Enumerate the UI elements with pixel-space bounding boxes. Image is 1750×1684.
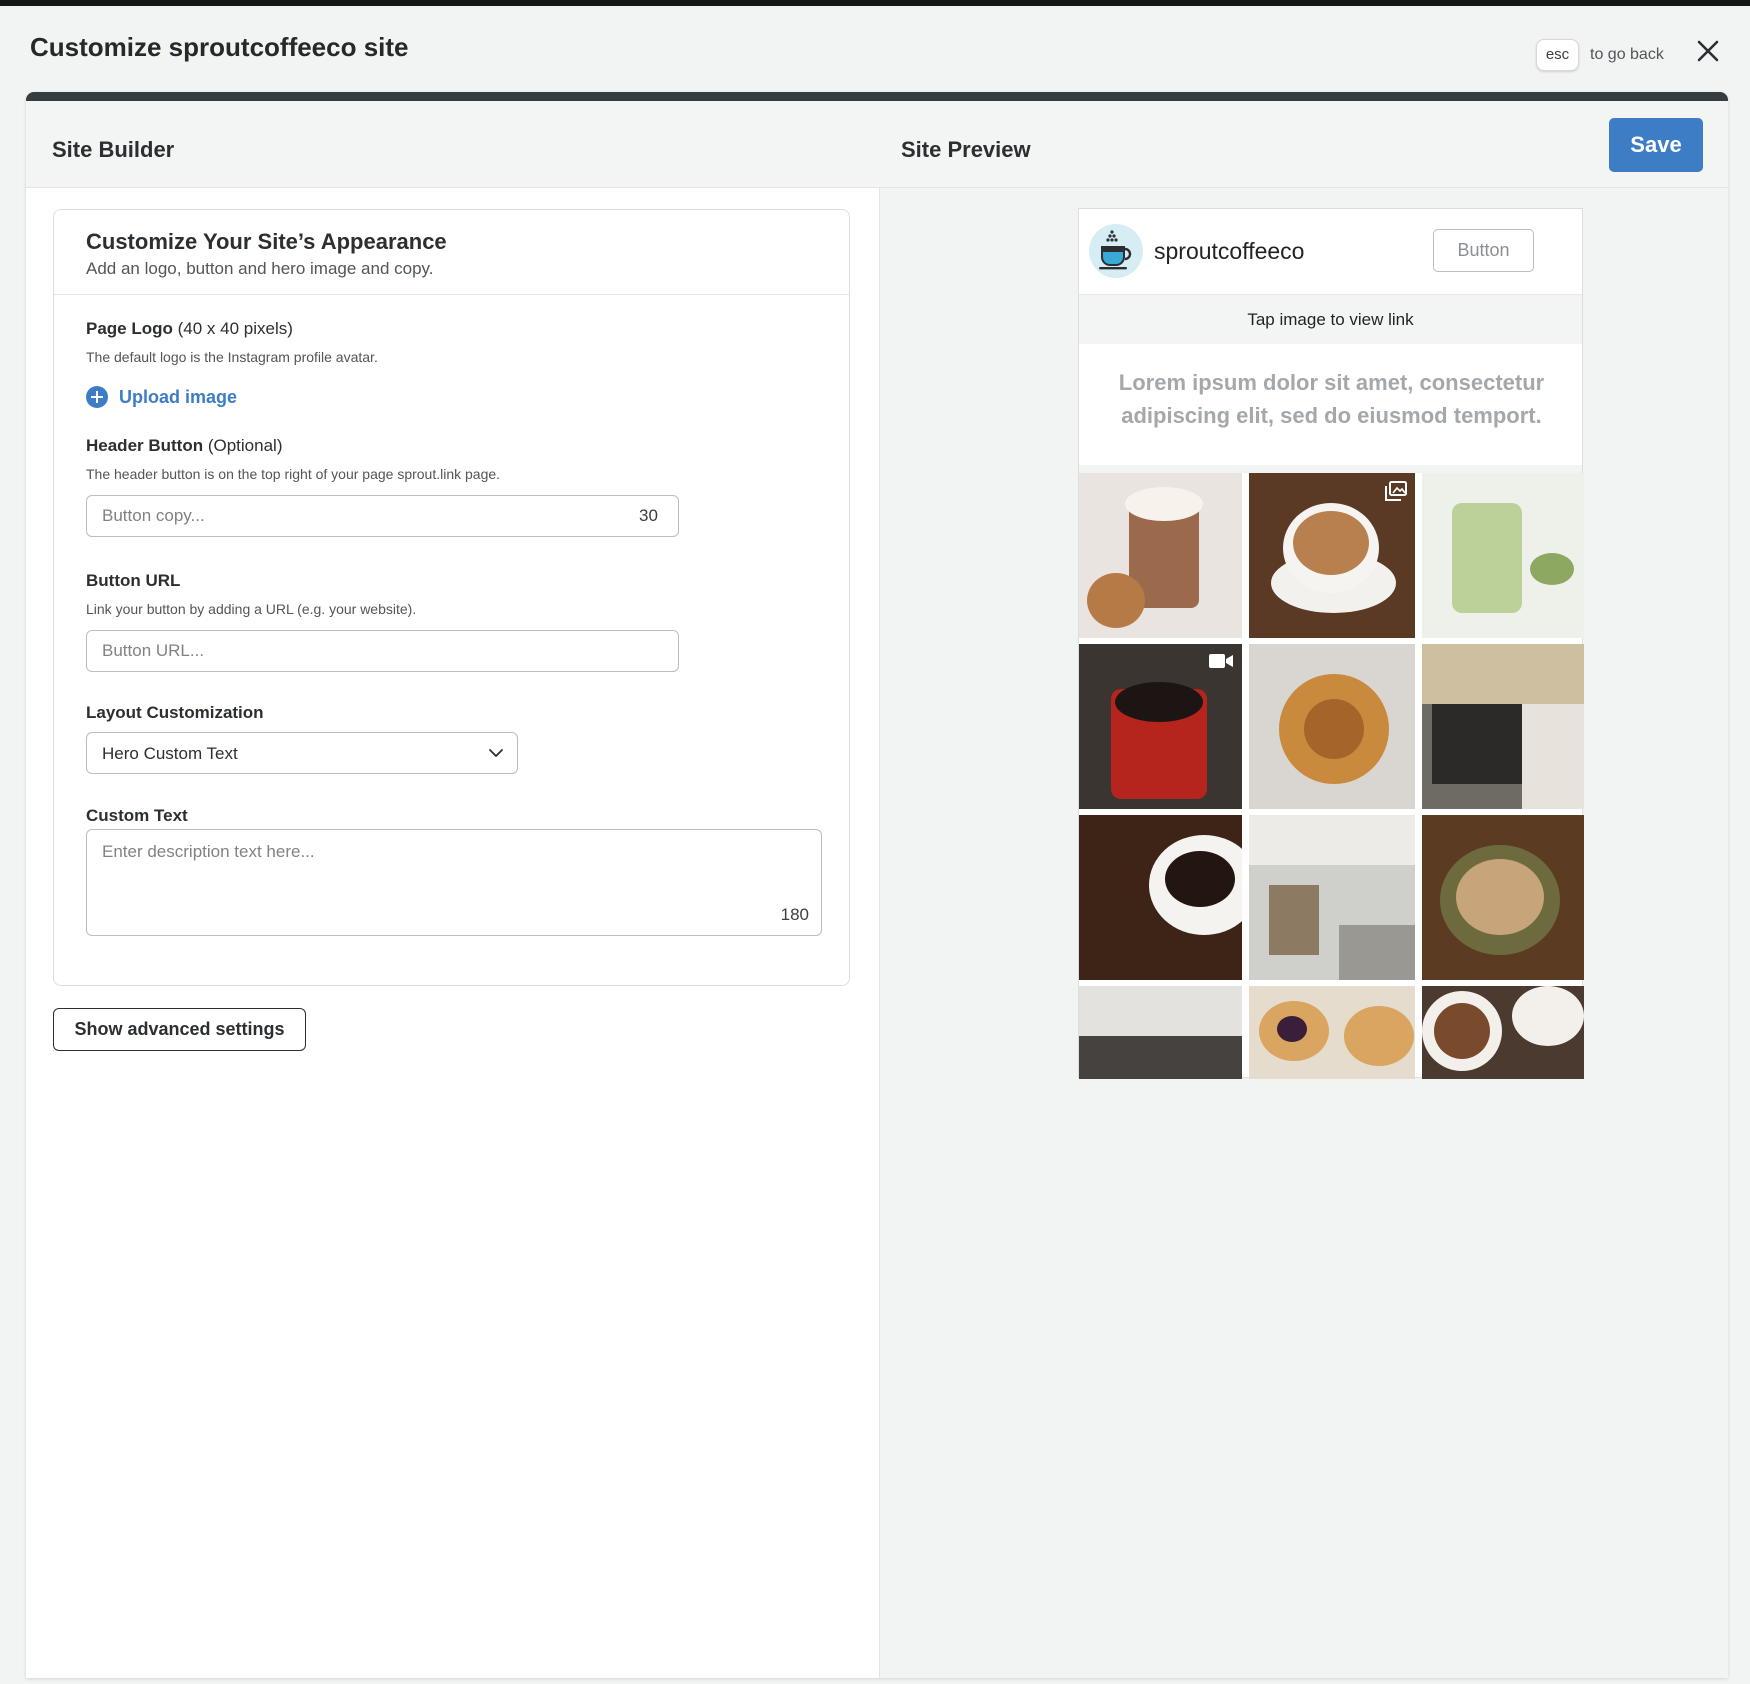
custom-text-char-count: 180 [780, 905, 809, 924]
appearance-title: Customize Your Site’s Appearance [86, 229, 447, 254]
custom-text-label-strong: Custom Text [86, 806, 188, 825]
button-url-help: Link your button by adding a URL (e.g. y… [86, 601, 417, 617]
image-tile-matcha[interactable] [1422, 473, 1584, 638]
custom-text-input[interactable] [87, 830, 821, 935]
image-tile-coffee-beans-cup[interactable] [1079, 815, 1242, 980]
upload-image-link[interactable]: Upload image [86, 386, 237, 408]
pastry-center-shape [1304, 699, 1364, 759]
header-button-label: Header Button (Optional) [86, 436, 283, 456]
ceiling-shape [1422, 644, 1584, 704]
preview-hero-text: Lorem ipsum dolor sit amet, consectetur … [1118, 370, 1545, 428]
layout-label-strong: Layout Customization [86, 703, 264, 722]
black-coffee-shape [1165, 851, 1235, 907]
button-url-label: Button URL [86, 571, 180, 591]
berry-shape [1277, 1016, 1307, 1042]
button-copy-char-count: 30 [639, 506, 658, 525]
page-logo-help: The default logo is the Instagram profil… [86, 349, 378, 365]
header-button-help: The header button is on the top right of… [86, 466, 501, 482]
appearance-card: Customize Your Site’s Appearance Add an … [53, 209, 850, 986]
site-builder-pane: Customize Your Site’s Appearance Add an … [26, 188, 879, 1678]
cafe-ceiling-shape [1249, 815, 1415, 865]
preview-header-button[interactable]: Button [1433, 229, 1534, 272]
workspace-top-bar [26, 92, 1728, 101]
image-tile-hot-chocolate[interactable] [1079, 473, 1242, 638]
header-button-label-suffix: (Optional) [203, 436, 283, 455]
wall-shape [1522, 704, 1584, 809]
coffee-cup-avatar-icon [1089, 224, 1143, 278]
video-icon [1209, 654, 1233, 668]
image-tile-red-mug[interactable] [1079, 644, 1242, 809]
instagram-image-grid [1079, 473, 1584, 1079]
button-copy-input[interactable] [86, 495, 679, 537]
matcha-bowl-shape [1530, 553, 1574, 585]
layout-select[interactable]: Hero Custom Text [86, 732, 518, 774]
site-preview-pane: sproutcoffeeco Button Tap image to view … [879, 188, 1728, 1678]
panel-header: Site Builder Site Preview Save [26, 101, 1728, 188]
site-builder-title: Site Builder [52, 137, 175, 162]
modal-header: Customize sproutcoffeeco site esc to go … [0, 6, 1750, 92]
modal-title: Customize sproutcoffeeco site [30, 32, 409, 62]
chevron-down-icon [489, 749, 503, 757]
button-url-label-strong: Button URL [86, 571, 181, 590]
bowl-shape-2 [1512, 986, 1584, 1046]
gallery-icon [1385, 481, 1407, 501]
save-button[interactable]: Save [1609, 118, 1703, 172]
ground-coffee-shape [1434, 1003, 1490, 1059]
cafe-floor-shape [1339, 925, 1415, 980]
custom-text-label: Custom Text [86, 806, 188, 826]
button-url-input[interactable] [86, 630, 679, 672]
esc-hint-text: to go back [1590, 46, 1664, 63]
matcha-glass-shape [1452, 503, 1522, 613]
counter-shape [1432, 704, 1522, 784]
preview-page: sproutcoffeeco Button Tap image to view … [1078, 208, 1584, 1079]
layout-select-value: Hero Custom Text [102, 744, 238, 763]
latte-shape [1293, 511, 1369, 575]
appearance-card-header: Customize Your Site’s Appearance Add an … [54, 210, 849, 295]
bench-shape [1079, 1036, 1242, 1079]
header-button-label-strong: Header Button [86, 436, 204, 455]
site-builder-workspace: Site Builder Site Preview Save Customize… [26, 92, 1728, 1678]
page-logo-label-suffix: (40 x 40 pixels) [172, 319, 293, 338]
preview-profile-name: sproutcoffeeco [1154, 238, 1305, 264]
appearance-subtitle: Add an logo, button and hero image and c… [86, 259, 434, 278]
whipped-cream-shape [1125, 487, 1203, 521]
image-tile-berry-danish[interactable] [1249, 986, 1415, 1079]
image-tile-cinnamon-knot[interactable] [1249, 644, 1415, 809]
image-tile-ground-coffee[interactable] [1422, 986, 1584, 1079]
coffee-surface-shape [1115, 682, 1203, 722]
danish-shape-2 [1344, 1006, 1414, 1066]
esc-key-hint: esc [1536, 39, 1579, 71]
hero-divider [1079, 465, 1582, 473]
image-tile-cafe-interior[interactable] [1422, 644, 1584, 809]
tap-hint-bar: Tap image to view link [1079, 295, 1582, 344]
plus-circle-icon [86, 386, 108, 408]
page-logo-label-strong: Page Logo [86, 319, 173, 338]
image-tile-green-cup[interactable] [1422, 815, 1584, 980]
site-preview-title: Site Preview [901, 137, 1031, 162]
custom-text-box: 180 [86, 829, 822, 936]
image-tile-cafe-seating[interactable] [1079, 986, 1242, 1079]
gingerbread-shape [1087, 573, 1145, 628]
tap-hint-text: Tap image to view link [1247, 310, 1414, 329]
preview-header: sproutcoffeeco Button [1079, 209, 1582, 295]
upload-image-label: Upload image [119, 386, 238, 407]
page-logo-label: Page Logo (40 x 40 pixels) [86, 319, 293, 339]
image-tile-bright-cafe[interactable] [1249, 815, 1415, 980]
image-tile-latte-art[interactable] [1249, 473, 1415, 638]
layout-customization-label: Layout Customization [86, 703, 264, 723]
close-icon[interactable] [1693, 36, 1723, 66]
cafe-shelf-shape [1269, 885, 1319, 955]
crema-shape [1456, 859, 1544, 935]
show-advanced-settings-button[interactable]: Show advanced settings [53, 1008, 306, 1051]
